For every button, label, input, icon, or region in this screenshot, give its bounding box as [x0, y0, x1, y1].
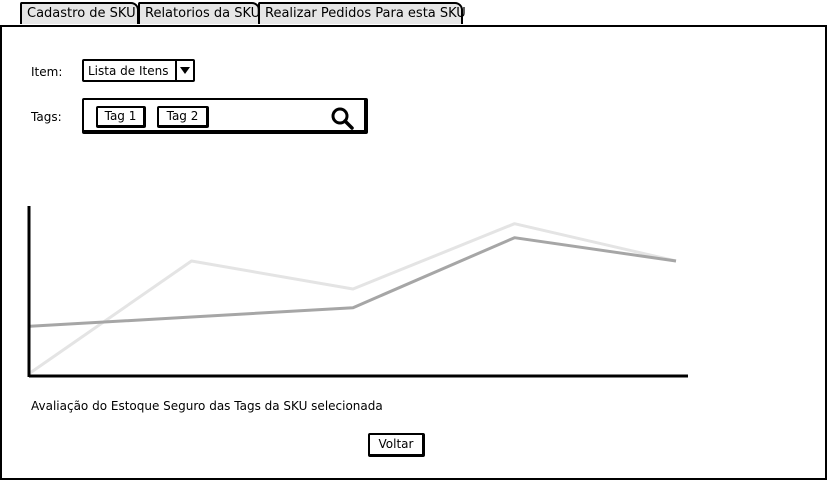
- item-label: Item:: [31, 65, 63, 79]
- tab-cadastro-sku[interactable]: Cadastro de SKU: [20, 2, 139, 24]
- tab-bar: Cadastro de SKU Relatorios da SKU Realiz…: [0, 0, 828, 27]
- dropdown-arrow-box[interactable]: [175, 61, 193, 80]
- chevron-down-icon: [180, 67, 190, 74]
- item-dropdown[interactable]: Lista de Itens: [82, 59, 195, 82]
- back-button[interactable]: Voltar: [368, 433, 425, 457]
- tab-relatorios-sku[interactable]: Relatorios da SKU: [138, 2, 260, 24]
- search-icon[interactable]: [330, 106, 354, 130]
- line-chart: [27, 206, 688, 378]
- chart-series-group: [29, 222, 677, 375]
- chart-series-line-2: [29, 236, 677, 328]
- tags-field[interactable]: Tag 1 Tag 2: [82, 98, 368, 134]
- tags-label: Tags:: [31, 110, 62, 124]
- item-dropdown-value: Lista de Itens: [88, 64, 169, 78]
- tab-realizar-pedidos[interactable]: Realizar Pedidos Para esta SKU: [258, 2, 466, 24]
- tag-chip[interactable]: Tag 2: [157, 106, 209, 128]
- chart-caption: Avaliação do Estoque Seguro das Tags da …: [31, 399, 383, 413]
- tag-chip[interactable]: Tag 1: [96, 106, 146, 128]
